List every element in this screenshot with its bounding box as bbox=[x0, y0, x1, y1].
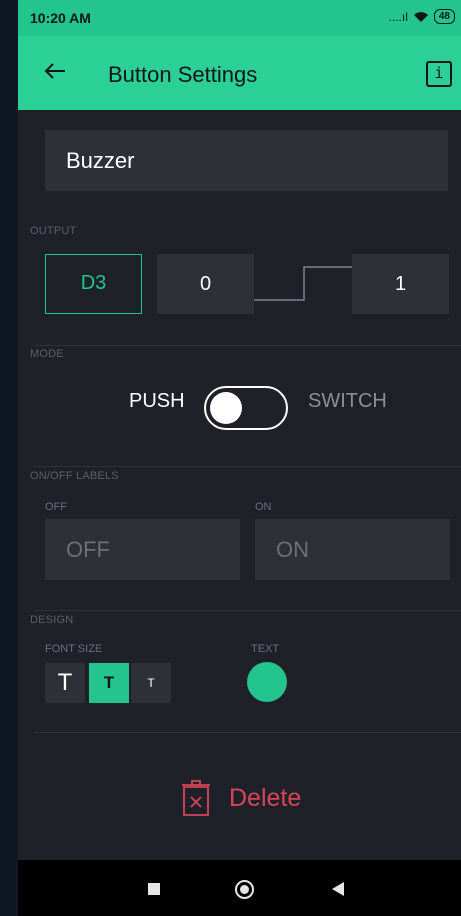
status-bar: 10:20 AM ....ıl 48 bbox=[18, 0, 461, 36]
system-nav-bar bbox=[18, 860, 461, 916]
pin-select-button[interactable]: D3 bbox=[45, 254, 142, 314]
phone-frame: 10:20 AM ....ıl 48 Button Settings i Buz… bbox=[0, 0, 461, 916]
off-label-input[interactable]: OFF bbox=[45, 519, 240, 580]
mode-push-label: PUSH bbox=[129, 390, 185, 412]
toggle-knob bbox=[210, 392, 242, 424]
off-caption: OFF bbox=[45, 501, 67, 513]
output-high-value[interactable]: 1 bbox=[352, 254, 449, 314]
signal-icon: ....ıl bbox=[388, 9, 408, 24]
delete-button[interactable]: Delete bbox=[181, 778, 301, 818]
info-icon[interactable]: i bbox=[426, 61, 452, 87]
mode-toggle[interactable] bbox=[204, 386, 288, 430]
delete-label: Delete bbox=[229, 783, 302, 812]
app-bar: Button Settings i bbox=[18, 36, 461, 110]
home-icon[interactable] bbox=[235, 880, 254, 899]
text-color-caption: TEXT bbox=[251, 643, 280, 655]
divider bbox=[34, 610, 461, 611]
font-size-large-button[interactable]: T bbox=[45, 663, 85, 703]
mode-section-label: MODE bbox=[30, 348, 64, 360]
font-size-medium-button[interactable]: T bbox=[89, 663, 129, 703]
font-size-caption: FONT SIZE bbox=[45, 643, 103, 655]
battery-icon: 48 bbox=[433, 9, 455, 24]
back-arrow-icon[interactable] bbox=[40, 56, 70, 86]
status-time: 10:20 AM bbox=[30, 10, 91, 26]
output-wave-icon bbox=[254, 266, 352, 301]
on-caption: ON bbox=[255, 501, 272, 513]
design-section-label: DESIGN bbox=[30, 614, 74, 626]
divider bbox=[34, 732, 461, 733]
app-screen: 10:20 AM ....ıl 48 Button Settings i Buz… bbox=[18, 0, 461, 916]
divider bbox=[34, 345, 461, 346]
divider bbox=[34, 466, 461, 467]
output-section-label: OUTPUT bbox=[30, 225, 77, 237]
trash-icon bbox=[182, 780, 210, 816]
output-low-value[interactable]: 0 bbox=[157, 254, 254, 314]
labels-section-label: ON/OFF LABELS bbox=[30, 470, 119, 482]
widget-name-input[interactable]: Buzzer bbox=[45, 130, 448, 191]
recents-icon[interactable] bbox=[148, 883, 160, 895]
font-size-small-button[interactable]: T bbox=[131, 663, 171, 703]
mode-switch-label: SWITCH bbox=[308, 390, 387, 412]
on-label-input[interactable]: ON bbox=[255, 519, 450, 580]
status-icons: ....ıl 48 bbox=[389, 9, 455, 24]
wifi-icon bbox=[413, 11, 428, 22]
text-color-picker[interactable] bbox=[247, 662, 287, 702]
nav-back-icon[interactable] bbox=[332, 882, 344, 896]
page-title: Button Settings bbox=[108, 62, 258, 87]
